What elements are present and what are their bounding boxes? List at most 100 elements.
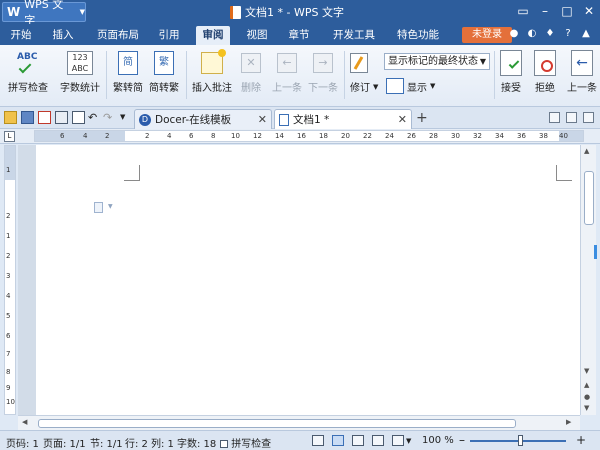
zoom-out-icon[interactable]: – [459,433,465,447]
to-traditional-button[interactable]: 简 繁转简 [112,47,144,103]
document-page[interactable]: ▼ [36,145,580,415]
accept-button[interactable]: 接受 [496,47,526,103]
web-view-icon[interactable] [372,435,384,446]
settings-icon[interactable]: ● [508,28,520,40]
collapse-ribbon-icon[interactable]: ▲ [580,28,592,40]
reject-icon [534,50,556,76]
reject-button[interactable]: 拒绝 [530,47,560,103]
pdf-export-icon[interactable] [38,111,51,124]
tab-developer[interactable]: 开发工具 [326,26,382,45]
previous-change-icon: ← [571,50,593,76]
help-icon[interactable]: ? [562,28,574,40]
chevron-down-icon: ▼ [430,82,436,90]
status-char-count[interactable]: 字数: 18 [177,435,216,450]
menu-bar: 开始 插入 页面布局 引用 审阅 视图 章节 开发工具 特色功能 未登录 ● ◐… [0,24,600,45]
tab-stop-selector-icon[interactable]: L [4,131,15,142]
select-browse-object-icon[interactable]: ● [584,393,590,401]
status-spellcheck[interactable]: 拼写检查 [220,435,271,450]
window-title: 文档1 * - WPS 文字 [230,4,344,20]
save-icon[interactable] [21,111,34,124]
document-icon [279,113,289,126]
minimize-icon[interactable]: – [534,0,556,22]
track-changes-button[interactable]: 修订 ▼ [350,79,378,95]
vertical-scroll-thumb[interactable] [584,171,594,225]
shirt-icon[interactable]: ♦ [544,28,556,40]
outline-view-icon[interactable] [352,435,364,446]
redo-icon[interactable]: ↷ [103,111,116,124]
vertical-ruler[interactable]: 1 2 1 2 3 4 5 6 7 8 9 10 [4,145,16,415]
doc-tab-docer[interactable]: D Docer-在线模板 ✕ [134,109,272,129]
vertical-scrollbar[interactable]: ▲ ▼ ▲ ● ▼ [580,145,597,415]
chevron-down-icon[interactable]: ▼ [108,203,113,210]
restore-icon[interactable]: ▭ [512,0,534,22]
horizontal-scroll-thumb[interactable] [38,419,516,428]
next-page-icon[interactable]: ▼ [584,404,589,412]
paste-options-icon[interactable] [94,202,103,213]
tab-view[interactable]: 视图 [240,26,274,45]
doc-tab-document1[interactable]: 文档1 * ✕ [274,109,412,129]
prev-comment-button[interactable]: ← 上一条 [270,47,304,103]
tab-features[interactable]: 特色功能 [388,26,448,45]
track-changes-icon-button[interactable] [350,53,368,73]
document-icon [230,5,241,19]
scroll-left-icon[interactable]: ◀ [22,418,27,426]
chevron-down-icon: ▼ [479,57,486,66]
status-page-number[interactable]: 页码: 1 [6,435,39,450]
menu-right-icons: ● ◐ ♦ ? ▲ [508,28,592,40]
tab-sections[interactable]: 章节 [282,26,316,45]
scroll-up-icon[interactable]: ▲ [584,147,589,155]
status-row[interactable]: 行: 2 [125,435,148,450]
tab-references[interactable]: 引用 [152,26,186,45]
scroll-position-marker [594,245,597,259]
tab-review[interactable]: 审阅 [196,26,230,45]
restore-window-icon[interactable] [566,112,577,123]
scroll-right-icon[interactable]: ▶ [566,418,571,426]
close-icon[interactable]: ✕ [578,0,600,22]
undo-icon[interactable]: ↶ [88,111,101,124]
markup-display-select[interactable]: 显示标记的最终状态 ▼ [384,53,490,70]
next-comment-icon: → [313,53,333,73]
tile-window-icon[interactable] [549,112,560,123]
close-tab-icon[interactable]: ✕ [398,113,407,126]
simplified-icon: 简 [118,51,138,75]
open-folder-icon[interactable] [4,111,17,124]
new-tab-icon[interactable]: + [416,110,428,126]
tab-page-layout[interactable]: 页面布局 [90,26,146,45]
print-icon[interactable] [55,111,68,124]
status-page-count[interactable]: 页面: 1/1 [43,435,86,450]
display-button[interactable]: 显示 ▼ [386,78,435,94]
skin-icon[interactable]: ◐ [526,28,538,40]
print-preview-icon[interactable] [72,111,85,124]
insert-comment-button[interactable]: 插入批注 [190,47,234,103]
zoom-in-icon[interactable]: + [576,433,586,447]
next-comment-button[interactable]: → 下一条 [306,47,340,103]
customize-toolbar-icon[interactable]: ▼ [120,111,133,124]
tab-insert[interactable]: 插入 [46,26,80,45]
document-canvas[interactable]: ▼ [18,145,580,415]
reading-view-icon[interactable] [392,435,404,446]
previous-change-button[interactable]: ← 上一条 [564,47,600,103]
wordcount-button[interactable]: 123 ABC 字数统计 [58,47,102,103]
tab-home[interactable]: 开始 [4,26,38,45]
chevron-down-icon[interactable]: ▼ [406,437,411,445]
status-section[interactable]: 节: 1/1 [90,435,123,450]
login-button[interactable]: 未登录 [462,27,512,43]
quick-access-bar: ↶ ↷ ▼ D Docer-在线模板 ✕ 文档1 * ✕ + [0,107,600,129]
zoom-slider-thumb[interactable] [518,435,523,446]
zoom-level[interactable]: 100 % [422,435,454,446]
app-menu-button[interactable]: W WPS 文字 ▼ [2,0,86,27]
horizontal-ruler[interactable]: L 6 4 2 2 4 6 8 10 12 14 16 18 20 22 24 … [0,129,600,144]
horizontal-scrollbar[interactable]: ◀ ▶ [18,415,580,430]
page-view-icon[interactable] [332,435,344,446]
scroll-down-icon[interactable]: ▼ [584,367,589,375]
maximize-icon[interactable]: □ [556,0,578,22]
status-column[interactable]: 列: 1 [151,435,174,450]
spellcheck-button[interactable]: ABC 拼写检查 [6,47,50,103]
status-bar: 页码: 1 页面: 1/1 节: 1/1 行: 2 列: 1 字数: 18 拼写… [0,430,600,450]
delete-comment-button[interactable]: ✕ 删除 [236,47,266,103]
close-tab-icon[interactable]: ✕ [258,113,267,126]
previous-page-icon[interactable]: ▲ [584,381,589,389]
to-simplified-button[interactable]: 繁 简转繁 [148,47,180,103]
close-document-icon[interactable] [583,112,594,123]
fullscreen-view-icon[interactable] [312,435,324,446]
